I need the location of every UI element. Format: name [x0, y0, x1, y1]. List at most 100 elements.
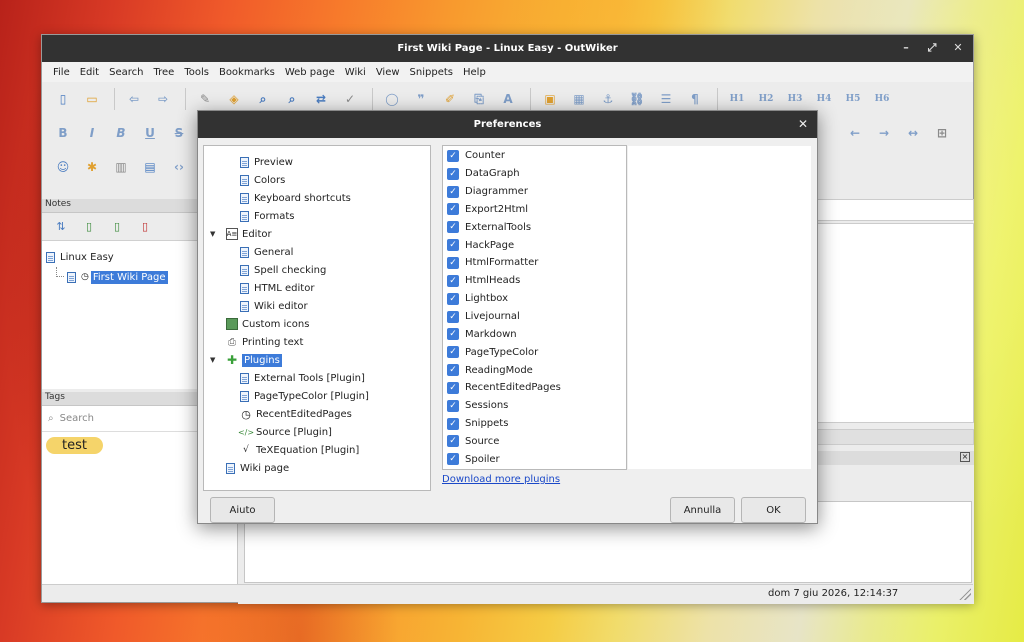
tag-chip[interactable]: test: [46, 437, 103, 454]
checkbox-checked-icon[interactable]: ✓: [447, 221, 459, 234]
find-page-icon[interactable]: ⌕: [279, 88, 305, 110]
delete-page-icon[interactable]: ▯: [136, 218, 154, 236]
plugin-item[interactable]: ✓ ExternalTools: [443, 218, 626, 236]
checkbox-checked-icon[interactable]: ✓: [447, 149, 459, 162]
anchor-icon[interactable]: ⚓: [595, 88, 621, 110]
add-sibling-icon[interactable]: ▯: [80, 218, 98, 236]
align-left-arrow-icon[interactable]: ←: [842, 122, 868, 144]
menu-search[interactable]: Search: [104, 67, 148, 78]
find-icon[interactable]: ⌕: [250, 88, 276, 110]
h3-button[interactable]: H3: [782, 88, 808, 110]
maximize-icon[interactable]: ⤢: [925, 41, 939, 55]
tree-item-html-editor[interactable]: HTML editor: [240, 279, 314, 297]
h4-button[interactable]: H4: [811, 88, 837, 110]
plugin-item[interactable]: ✓ Source: [443, 433, 626, 451]
h6-button[interactable]: H6: [869, 88, 895, 110]
plugin-item[interactable]: ✓ Markdown: [443, 325, 626, 343]
underline-button[interactable]: U: [137, 122, 163, 144]
menu-edit[interactable]: Edit: [75, 67, 104, 78]
bold-button[interactable]: B: [50, 122, 76, 144]
ok-button[interactable]: OK: [741, 497, 806, 523]
plugin-item[interactable]: ✓ Sessions: [443, 397, 626, 415]
add-child-icon[interactable]: ▯: [108, 218, 126, 236]
checkbox-checked-icon[interactable]: ✓: [447, 310, 459, 323]
list-icon[interactable]: ☰: [653, 88, 679, 110]
menu-snippets[interactable]: Snippets: [405, 67, 458, 78]
minimize-icon[interactable]: –: [899, 41, 913, 55]
book-icon[interactable]: ▥: [108, 156, 134, 178]
tree-item-formats[interactable]: Formats: [240, 207, 294, 225]
plugin-item[interactable]: ✓ HtmlHeads: [443, 272, 626, 290]
tree-item-wiki-page[interactable]: Wiki page: [226, 459, 289, 477]
attach-icon[interactable]: ✎: [192, 88, 218, 110]
paragraph-icon[interactable]: ¶: [682, 88, 708, 110]
comment-icon[interactable]: ◯: [379, 88, 405, 110]
cancel-button[interactable]: Annulla: [670, 497, 735, 523]
plugin-item[interactable]: ✓ Lightbox: [443, 290, 626, 308]
tree-item-recent-edited[interactable]: ◷ RecentEditedPages: [240, 405, 352, 423]
tree-item-source[interactable]: </> Source [Plugin]: [238, 423, 332, 441]
plugin-gear-icon[interactable]: ✱: [79, 156, 105, 178]
h2-button[interactable]: H2: [753, 88, 779, 110]
move-icon[interactable]: ⇅: [52, 218, 70, 236]
plugin-item[interactable]: ✓ Snippets: [443, 415, 626, 433]
expander-down-icon[interactable]: ▼: [210, 230, 220, 238]
plugin-item[interactable]: ✓ Counter: [443, 147, 626, 165]
plugin-item[interactable]: ✓ Livejournal: [443, 308, 626, 326]
checkbox-checked-icon[interactable]: ✓: [447, 328, 459, 341]
spellcheck-icon[interactable]: ✓: [337, 88, 363, 110]
menu-wiki[interactable]: Wiki: [340, 67, 371, 78]
plugin-item[interactable]: ✓ PageTypeColor: [443, 343, 626, 361]
tree-item-external-tools[interactable]: External Tools [Plugin]: [240, 369, 365, 387]
checkbox-checked-icon[interactable]: ✓: [447, 292, 459, 305]
tree-struct-icon[interactable]: ⊞: [929, 122, 955, 144]
code-tag-icon[interactable]: ‹›: [166, 156, 192, 178]
help-button[interactable]: Aiuto: [210, 497, 275, 523]
tree-item-page-type-color[interactable]: PageTypeColor [Plugin]: [240, 387, 369, 405]
menu-tree[interactable]: Tree: [148, 67, 179, 78]
tree-item-preview[interactable]: Preview: [240, 153, 293, 171]
h1-button[interactable]: H1: [724, 88, 750, 110]
checkbox-checked-icon[interactable]: ✓: [447, 185, 459, 198]
plugin-item[interactable]: ✓ Diagrammer: [443, 183, 626, 201]
font-icon[interactable]: A: [495, 88, 521, 110]
new-page-icon[interactable]: ▯: [50, 88, 76, 110]
checkbox-checked-icon[interactable]: ✓: [447, 381, 459, 394]
close-icon[interactable]: ×: [960, 452, 970, 462]
plugin-item[interactable]: ✓ RecentEditedPages: [443, 379, 626, 397]
strike-button[interactable]: S: [166, 122, 192, 144]
plugin-item[interactable]: ✓ ReadingMode: [443, 361, 626, 379]
italic-button[interactable]: I: [79, 122, 105, 144]
quote-icon[interactable]: ❞: [408, 88, 434, 110]
link-icon[interactable]: ⛓: [624, 88, 650, 110]
plugin-item[interactable]: ✓ HackPage: [443, 236, 626, 254]
tree-item-wiki-editor[interactable]: Wiki editor: [240, 297, 308, 315]
close-icon[interactable]: ✕: [798, 117, 808, 131]
checkbox-checked-icon[interactable]: ✓: [447, 453, 459, 466]
checkbox-checked-icon[interactable]: ✓: [447, 167, 459, 180]
checkbox-checked-icon[interactable]: ✓: [447, 346, 459, 359]
tree-item-custom-icons[interactable]: Custom icons: [226, 315, 309, 333]
tree-item-editor[interactable]: ▼ A≡ Editor: [210, 225, 272, 243]
tree-item-plugins[interactable]: ▼ ✚ Plugins: [210, 351, 282, 369]
close-icon[interactable]: ✕: [951, 41, 965, 55]
checkbox-checked-icon[interactable]: ✓: [447, 274, 459, 287]
back-arrow-icon[interactable]: ⇦: [121, 88, 147, 110]
table-icon[interactable]: ▦: [566, 88, 592, 110]
user-icon[interactable]: ☺: [50, 156, 76, 178]
checkbox-checked-icon[interactable]: ✓: [447, 203, 459, 216]
resize-grip-icon[interactable]: [959, 588, 971, 600]
menu-web-page[interactable]: Web page: [280, 67, 340, 78]
h5-button[interactable]: H5: [840, 88, 866, 110]
plugin-item[interactable]: ✓ HtmlFormatter: [443, 254, 626, 272]
tree-item-shortcuts[interactable]: Keyboard shortcuts: [240, 189, 351, 207]
plugin-item[interactable]: ✓ Export2Html: [443, 201, 626, 219]
menu-file[interactable]: File: [48, 67, 75, 78]
menu-view[interactable]: View: [371, 67, 405, 78]
plugin-item[interactable]: ✓ Spoiler: [443, 450, 626, 468]
tree-item-printing[interactable]: ⎙ Printing text: [226, 333, 303, 351]
menu-tools[interactable]: Tools: [179, 67, 214, 78]
checkbox-checked-icon[interactable]: ✓: [447, 256, 459, 269]
code-icon[interactable]: ⎘: [466, 88, 492, 110]
bold-italic-button[interactable]: B: [108, 122, 134, 144]
